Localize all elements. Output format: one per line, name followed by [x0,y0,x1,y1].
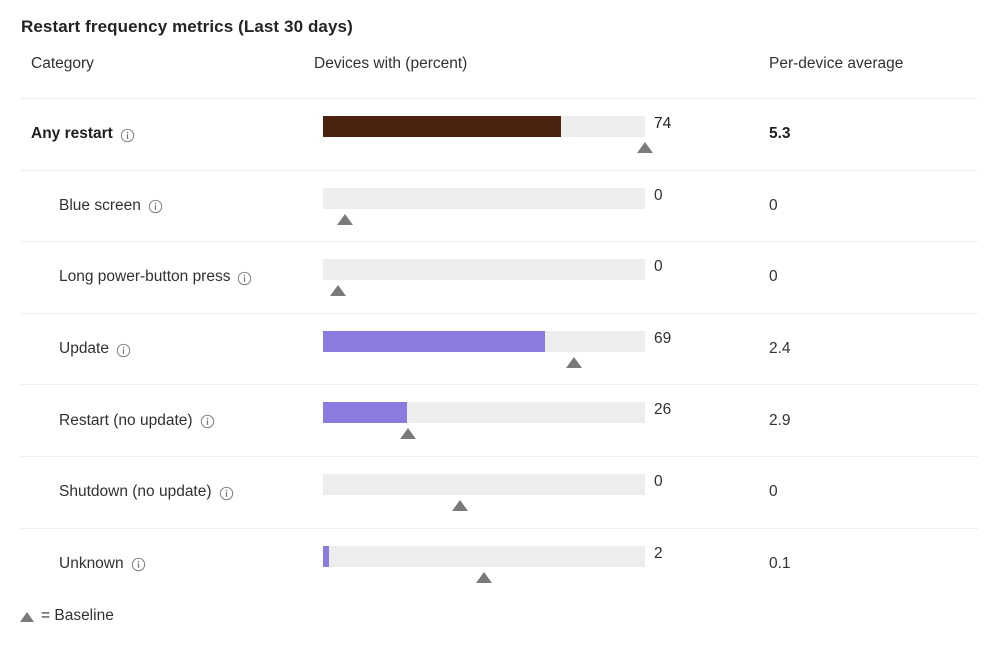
devices-percent-cell: 74 [323,99,703,170]
baseline-legend: = Baseline [20,607,114,625]
bar-track [323,330,645,352]
devices-percent-cell: 0 [323,171,703,242]
table-row: Shutdown (no update) 0 0 [20,455,978,528]
per-device-average-cell: 2.9 [769,411,791,429]
bar-fill [323,116,562,137]
bar-fill [323,545,330,567]
info-icon[interactable] [131,557,146,572]
category-label: Blue screen [59,196,141,214]
category-label: Unknown [59,554,124,572]
devices-percent-cell: 69 [323,314,703,385]
per-device-average-cell: 2.4 [769,340,791,358]
per-device-average-cell: 0.1 [769,554,791,572]
category-cell: Unknown [59,529,146,600]
column-header-devices-with-percent: Devices with (percent) [314,55,468,72]
baseline-marker-icon [451,499,468,511]
devices-percent-cell: 26 [323,385,703,456]
info-icon[interactable] [237,271,252,286]
baseline-marker-icon [476,571,492,583]
bar-track [323,402,645,424]
baseline-marker-icon [637,142,653,153]
category-cell: Any restart [31,99,135,170]
table-row: Unknown 2 0.1 [20,527,978,600]
bar-track [323,187,645,209]
bar-fill [323,330,546,352]
bar-value-label: 0 [654,472,663,490]
bar-track [323,473,645,495]
bar-track [323,545,645,567]
info-icon[interactable] [148,199,163,214]
bar-value-label: 26 [654,401,672,419]
category-label: Restart (no update) [59,411,193,429]
category-label: Update [59,340,109,358]
category-cell: Blue screen [59,171,163,242]
triangle-up-icon [20,612,34,622]
devices-percent-cell: 2 [323,529,703,600]
table-row: Any restart 74 5.3 [20,98,978,170]
table-row: Blue screen 0 0 [20,169,978,242]
bar-fill [323,402,407,424]
per-device-average-cell: 0 [769,483,778,501]
bar-track [323,116,645,137]
baseline-marker-icon [336,213,353,225]
table-row: Long power-button press 0 0 [20,241,978,313]
bar-value-label: 74 [654,115,672,132]
table-header-row: Category Devices with (percent) Per-devi… [20,55,978,98]
category-label: Shutdown (no update) [59,483,212,501]
bar-value-label: 69 [654,329,672,347]
column-header-category: Category [31,55,94,72]
baseline-marker-icon [566,356,583,368]
bar-value-label: 0 [654,186,663,204]
per-device-average-cell: 0 [769,268,778,286]
bar-value-label: 2 [654,544,663,562]
per-device-average-cell: 5.3 [769,125,791,143]
category-cell: Long power-button press [59,242,252,313]
info-icon[interactable] [219,486,234,501]
category-label: Any restart [31,125,113,143]
info-icon[interactable] [200,414,215,429]
table-row: Restart (no update) 26 2.9 [20,384,978,456]
per-device-average-cell: 0 [769,196,778,214]
baseline-marker-icon [330,285,347,297]
page-title: Restart frequency metrics (Last 30 days) [21,17,353,36]
category-cell: Shutdown (no update) [59,457,234,528]
category-cell: Restart (no update) [59,385,215,456]
bar-track [323,259,645,281]
category-label: Long power-button press [59,268,231,286]
restart-frequency-metrics-panel: Restart frequency metrics (Last 30 days)… [0,0,999,654]
devices-percent-cell: 0 [323,457,703,528]
baseline-marker-icon [400,428,417,440]
column-header-per-device-average: Per-device average [769,55,904,72]
devices-percent-cell: 0 [323,242,703,313]
metrics-table: Category Devices with (percent) Per-devi… [20,55,978,599]
table-body: Any restart 74 5.3 Blue screen 0 0 Long power-… [20,98,978,599]
category-cell: Update [59,314,131,385]
bar-value-label: 0 [654,258,663,276]
info-icon[interactable] [120,128,135,143]
legend-label: = Baseline [41,607,114,624]
info-icon[interactable] [116,343,131,358]
table-row: Update 69 2.4 [20,312,978,385]
